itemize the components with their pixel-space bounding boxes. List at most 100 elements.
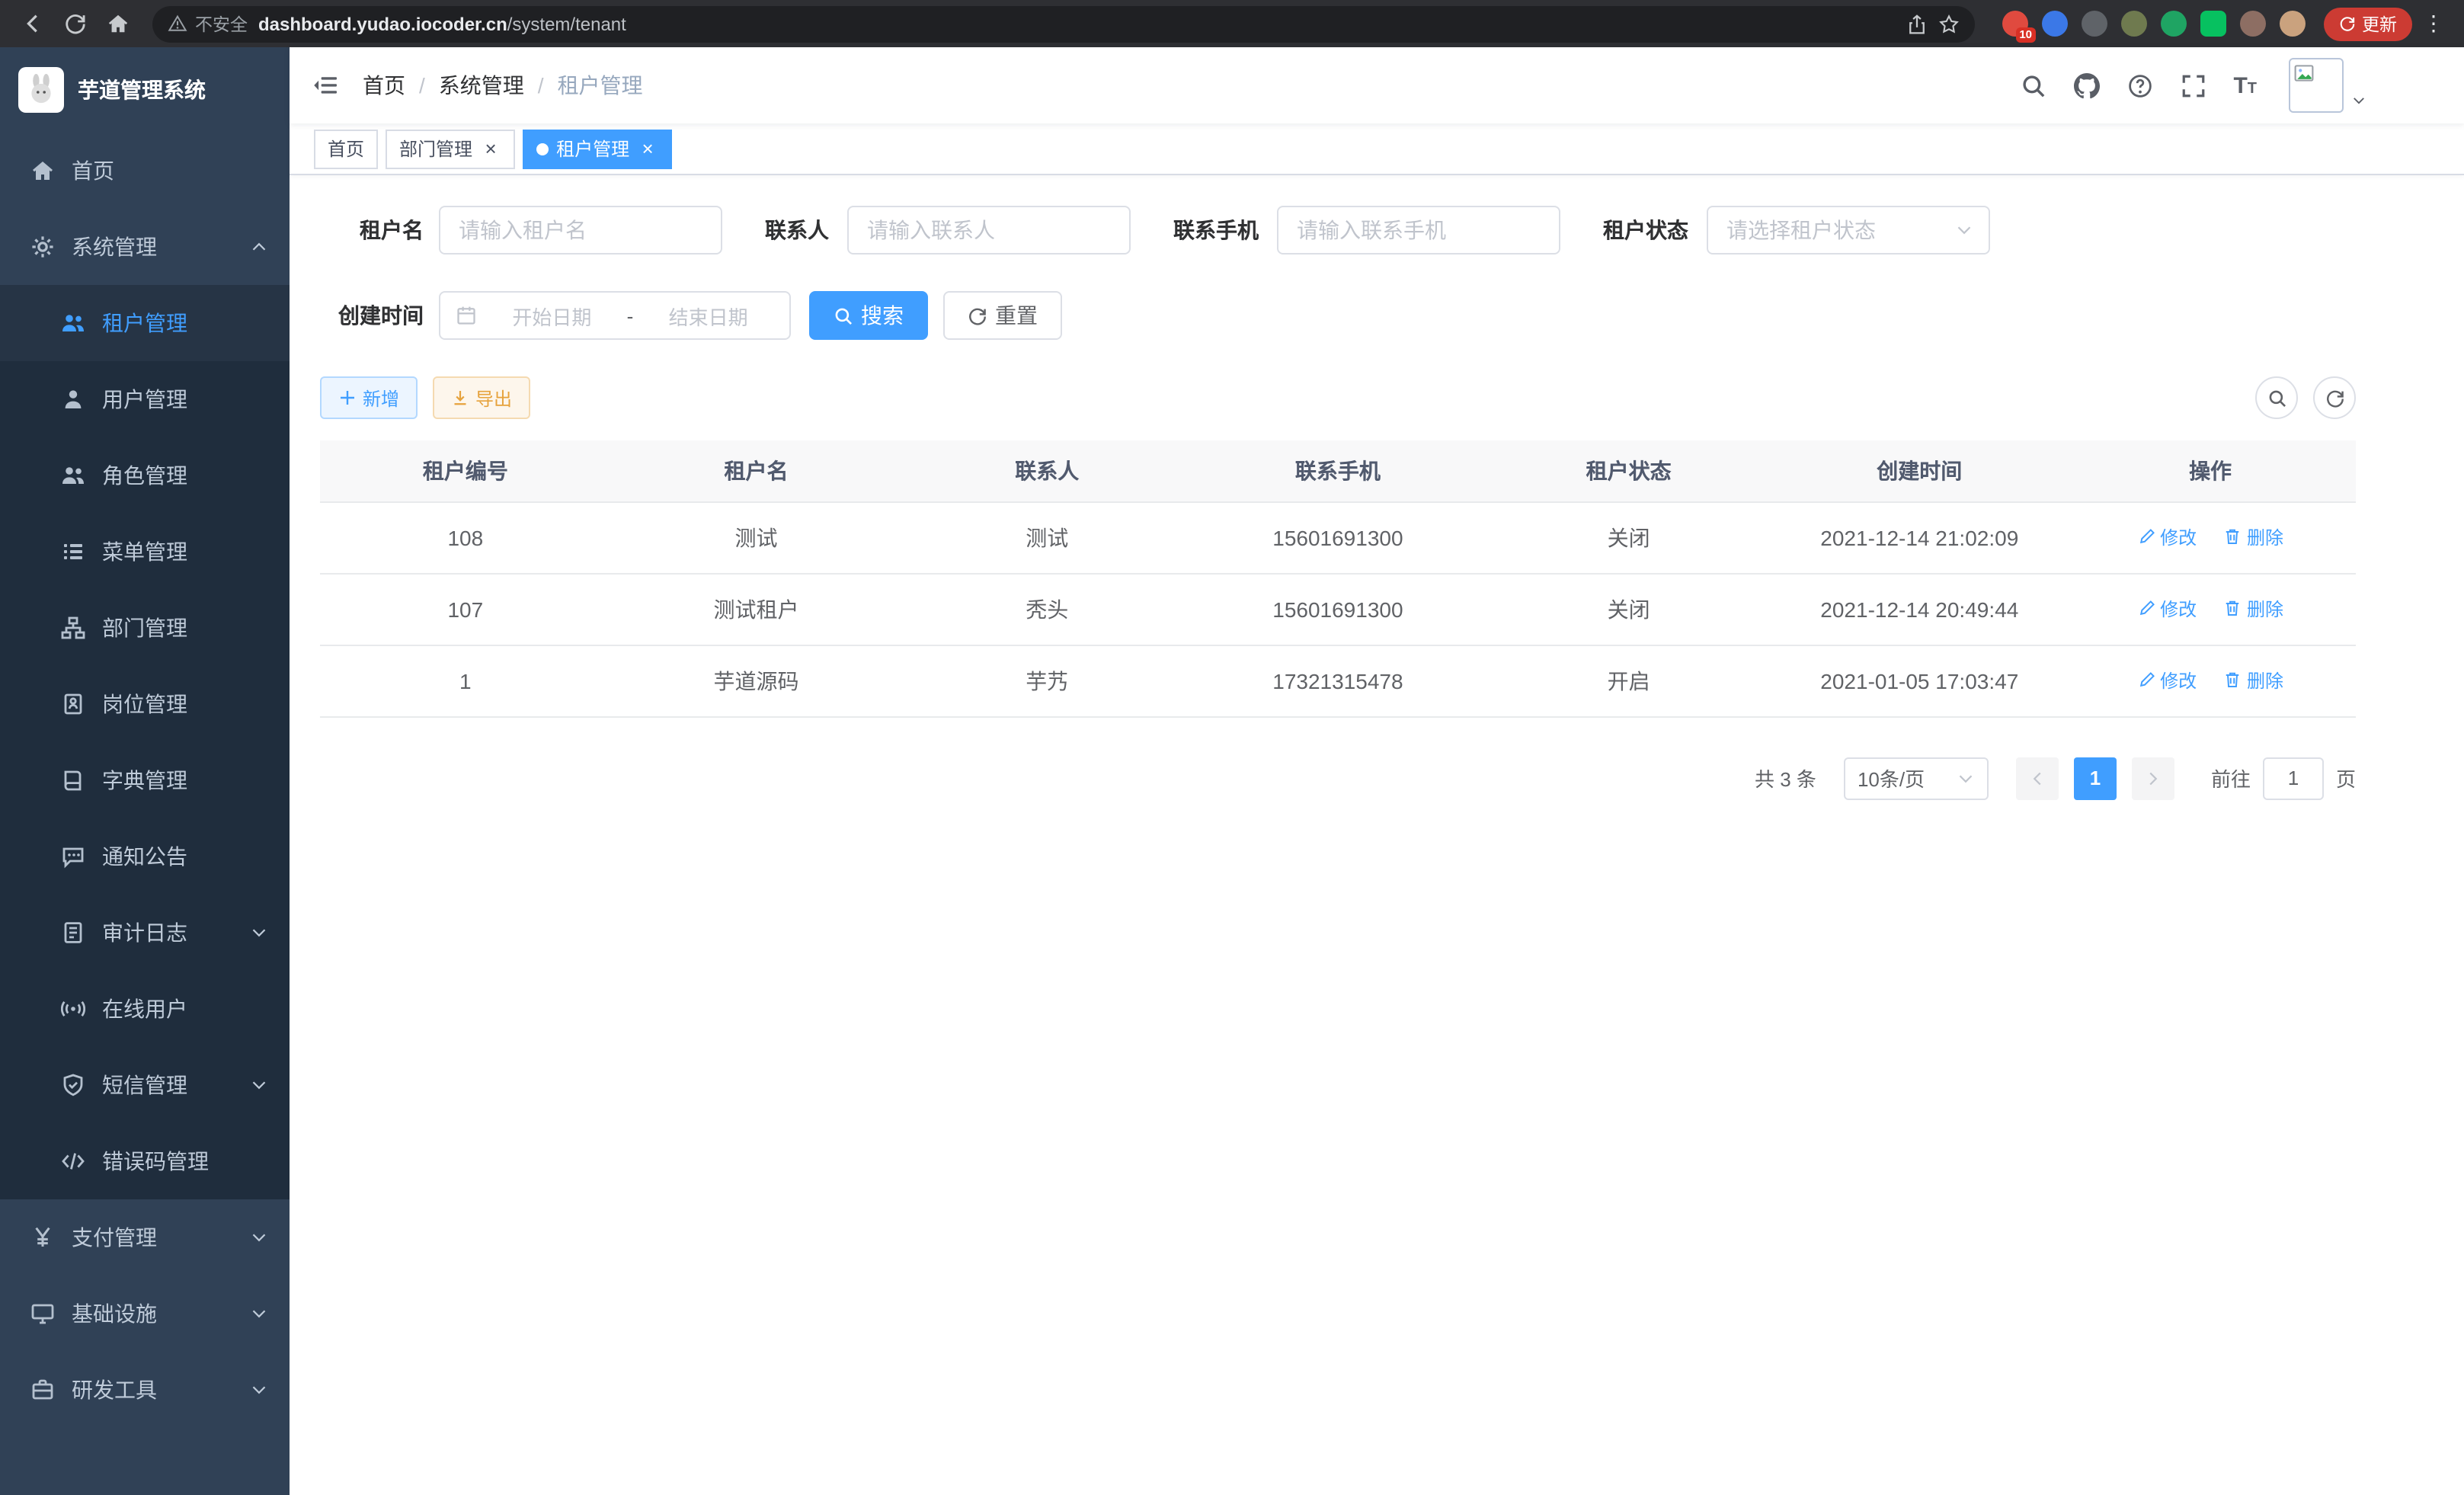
page-size-select[interactable]: 10条/页: [1844, 757, 1989, 799]
search-icon: [2267, 388, 2286, 408]
edit-icon: [2137, 671, 2155, 690]
search-button[interactable]: 搜索: [809, 291, 928, 340]
table-row: 107 测试租户 秃头 15601691300 关闭 2021-12-14 20…: [320, 573, 2356, 645]
date-range-picker[interactable]: 开始日期 - 结束日期: [439, 291, 791, 340]
chevron-down-icon: [250, 1305, 268, 1323]
edit-link[interactable]: 修改: [2137, 667, 2197, 693]
sidebar-menu: 首页 系统管理 租户管理 用户管理: [0, 133, 290, 1428]
navbar-right: TT: [2006, 58, 2464, 113]
bookmark-star-icon[interactable]: [1938, 13, 1960, 34]
sidebar-item-sms-management[interactable]: 短信管理: [0, 1047, 290, 1123]
calendar-icon: [456, 305, 477, 326]
extension-icon-4[interactable]: [2121, 11, 2147, 37]
sidebar-item-online-users[interactable]: 在线用户: [0, 971, 290, 1047]
close-icon[interactable]: ×: [480, 138, 501, 159]
browser-back-icon[interactable]: [12, 5, 52, 42]
github-icon[interactable]: [2059, 72, 2113, 98]
fullscreen-icon[interactable]: [2166, 72, 2219, 98]
next-page-button[interactable]: [2132, 757, 2174, 799]
help-icon[interactable]: [2113, 72, 2166, 98]
sidebar-collapse-icon[interactable]: [290, 72, 363, 99]
delete-link[interactable]: 删除: [2224, 596, 2283, 622]
cell-actions: 修改 删除: [2065, 645, 2356, 716]
page-number-1[interactable]: 1: [2074, 757, 2117, 799]
audit-log-icon: [61, 920, 85, 945]
delete-link[interactable]: 删除: [2224, 524, 2283, 550]
not-secure-chip[interactable]: 不安全: [168, 11, 248, 36]
prev-page-button[interactable]: [2016, 757, 2059, 799]
export-button[interactable]: 导出: [433, 376, 530, 419]
sidebar-item-tenant-management[interactable]: 租户管理: [0, 285, 290, 361]
contact-input[interactable]: [847, 206, 1131, 255]
avatar-broken-image-icon: [2289, 58, 2344, 113]
close-icon[interactable]: ×: [637, 138, 658, 159]
breadcrumb-system[interactable]: 系统管理: [439, 70, 524, 101]
sidebar-item-announcement[interactable]: 通知公告: [0, 818, 290, 895]
sidebar-item-menu-management[interactable]: 菜单管理: [0, 514, 290, 590]
sidebar-item-error-code-management[interactable]: 错误码管理: [0, 1123, 290, 1199]
home-icon: [30, 158, 55, 183]
sidebar-item-payment-management[interactable]: 支付管理: [0, 1199, 290, 1276]
add-button[interactable]: 新增: [320, 376, 418, 419]
post-badge-icon: [61, 692, 85, 716]
announcement-icon: [61, 844, 85, 869]
phone-input[interactable]: [1277, 206, 1560, 255]
chevron-down-icon: [1957, 769, 1975, 787]
toggle-search-button[interactable]: [2255, 376, 2298, 419]
refresh-table-button[interactable]: [2313, 376, 2356, 419]
tab-dept-management[interactable]: 部门管理 ×: [386, 129, 515, 168]
browser-reload-icon[interactable]: [55, 5, 94, 42]
share-icon[interactable]: [1906, 13, 1928, 34]
reset-button[interactable]: 重置: [943, 291, 1062, 340]
edit-link[interactable]: 修改: [2137, 596, 2197, 622]
browser-home-icon[interactable]: [98, 5, 137, 42]
sidebar-logo[interactable]: 芋道管理系统: [0, 47, 290, 133]
cell-status: 关闭: [1483, 573, 1774, 645]
status-select[interactable]: 请选择租户状态: [1707, 206, 1990, 255]
sidebar-item-audit-log[interactable]: 审计日志: [0, 895, 290, 971]
col-created-at: 创建时间: [1774, 440, 2065, 501]
sidebar-item-user-management[interactable]: 用户管理: [0, 361, 290, 437]
chevron-down-icon: [250, 1076, 268, 1094]
extension-icon-7[interactable]: [2240, 11, 2266, 37]
browser-menu-icon[interactable]: ⋮: [2415, 11, 2452, 37]
date-start-placeholder: 开始日期: [486, 301, 618, 330]
extension-icon-3[interactable]: [2082, 11, 2107, 37]
header-search-icon[interactable]: [2006, 72, 2059, 98]
sidebar-item-dict-management[interactable]: 字典管理: [0, 742, 290, 818]
edit-link[interactable]: 修改: [2137, 524, 2197, 550]
sidebar-item-infrastructure[interactable]: 基础设施: [0, 1276, 290, 1352]
system-submenu: 租户管理 用户管理 角色管理 菜单管理: [0, 285, 290, 1199]
chevron-down-icon: [250, 1228, 268, 1247]
browser-update-button[interactable]: 更新: [2324, 7, 2412, 40]
tab-tenant-management[interactable]: 租户管理 ×: [523, 129, 672, 168]
sidebar-item-system-management[interactable]: 系统管理: [0, 209, 290, 285]
user-icon: [61, 387, 85, 411]
chevron-down-icon: [250, 1381, 268, 1399]
goto-page-input[interactable]: [2263, 757, 2324, 799]
extension-icon-5[interactable]: [2161, 11, 2187, 37]
table-row: 1 芋道源码 芋艿 17321315478 开启 2021-01-05 17:0…: [320, 645, 2356, 716]
font-size-icon[interactable]: TT: [2219, 74, 2270, 97]
address-bar[interactable]: 不安全 dashboard.yudao.iocoder.cn/system/te…: [152, 5, 1975, 42]
tenant-name-input[interactable]: [439, 206, 722, 255]
logo-image: [18, 67, 64, 113]
sidebar-item-home[interactable]: 首页: [0, 133, 290, 209]
tab-home[interactable]: 首页: [314, 129, 378, 168]
sidebar-item-dev-tools[interactable]: 研发工具: [0, 1352, 290, 1428]
breadcrumb-home[interactable]: 首页: [363, 70, 405, 101]
extension-icon-8[interactable]: [2280, 11, 2306, 37]
extension-icon-6[interactable]: [2200, 11, 2226, 37]
filter-row-2: 创建时间 开始日期 - 结束日期 搜索: [320, 291, 2356, 340]
sidebar-item-role-management[interactable]: 角色管理: [0, 437, 290, 514]
extension-icon-1[interactable]: 10: [2002, 11, 2028, 37]
sidebar-item-dept-management[interactable]: 部门管理: [0, 590, 290, 666]
extension-icon-2[interactable]: [2042, 11, 2068, 37]
cell-phone: 15601691300: [1192, 573, 1483, 645]
user-avatar[interactable]: [2289, 58, 2366, 113]
app-title: 芋道管理系统: [78, 75, 206, 105]
cell-contact: 测试: [901, 501, 1192, 573]
sidebar-item-post-management[interactable]: 岗位管理: [0, 666, 290, 742]
active-dot: [536, 142, 549, 155]
delete-link[interactable]: 删除: [2224, 667, 2283, 693]
